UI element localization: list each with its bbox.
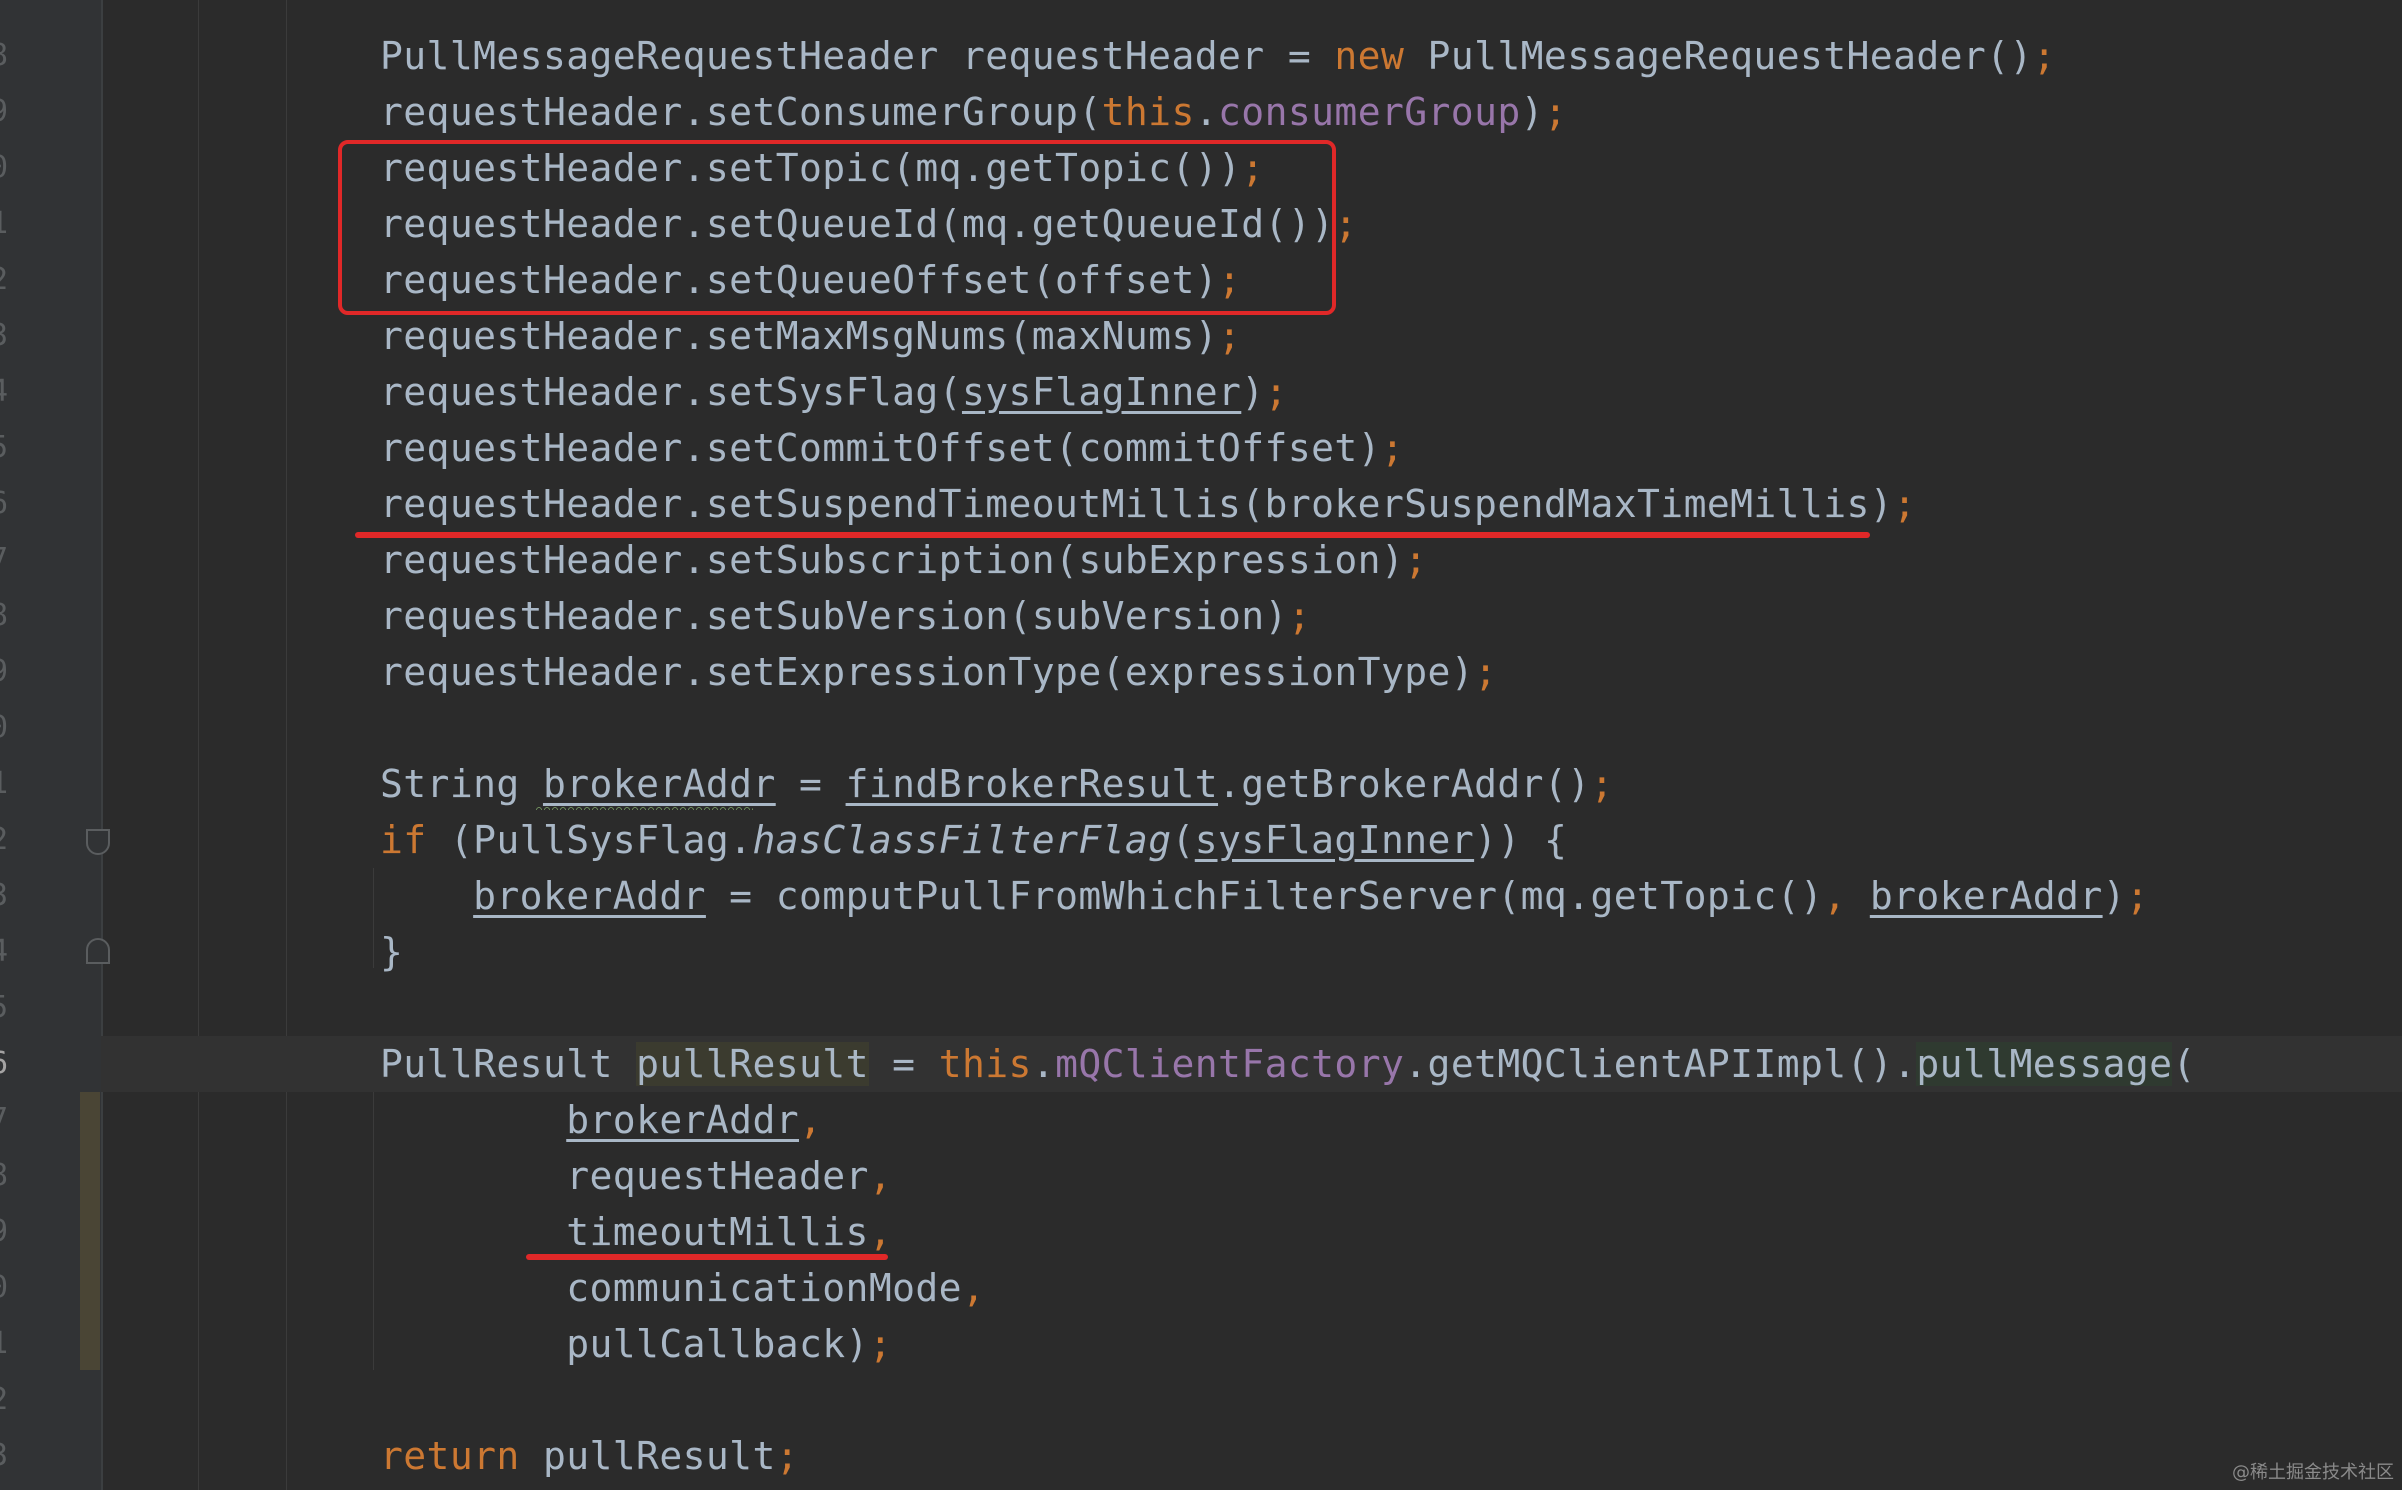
code-token: )) { <box>1474 818 1568 862</box>
code-token: . <box>1031 1042 1056 1086</box>
code-token: sysFlagInner <box>961 370 1242 414</box>
code-token: ( <box>2172 1042 2196 1086</box>
code-line[interactable]: requestHeader.setSuspendTimeoutMillis(br… <box>380 476 1916 532</box>
code-line[interactable]: pullCallback); <box>380 1316 892 1372</box>
code-line[interactable]: brokerAddr, <box>380 1092 822 1148</box>
code-token: return <box>380 1434 520 1478</box>
code-token: . <box>1194 90 1219 134</box>
annotation-red-underline <box>526 1254 888 1260</box>
code-token: ; <box>2125 874 2150 918</box>
code-token: ; <box>868 1322 893 1366</box>
code-token: = <box>775 762 846 806</box>
code-line[interactable]: requestHeader.setSysFlag(sysFlagInner); <box>380 364 1288 420</box>
code-token: requestHeader.setMaxMsgNums(maxNums) <box>380 314 1219 358</box>
code-token: ; <box>2032 34 2057 78</box>
code-token: ) <box>1520 90 1544 134</box>
code-token: requestHeader.setCommitOffset(commitOffs… <box>380 426 1381 470</box>
code-line[interactable]: requestHeader.setConsumerGroup(this.cons… <box>380 84 1567 140</box>
code-token: requestHeader <box>380 1154 869 1198</box>
warning-squiggle <box>535 804 753 810</box>
code-token: PullResult <box>380 1042 637 1086</box>
code-token: ; <box>1893 482 1917 526</box>
code-token: ) <box>1241 370 1265 414</box>
code-line[interactable]: requestHeader.setSubVersion(subVersion); <box>380 588 1311 644</box>
code-token: pullResult <box>636 1042 869 1086</box>
annotation-red-box <box>338 140 1336 315</box>
code-token: consumerGroup <box>1218 90 1521 134</box>
code-line[interactable]: communicationMode, <box>380 1260 985 1316</box>
code-line[interactable]: requestHeader, <box>380 1148 892 1204</box>
code-token: , <box>1823 874 1847 918</box>
code-token: requestHeader.setSysFlag( <box>380 370 962 414</box>
code-token: communicationMode <box>380 1266 962 1310</box>
watermark: @稀土掘金技术社区 <box>2232 1462 2394 1483</box>
code-token: requestHeader.setConsumerGroup( <box>380 90 1102 134</box>
code-token: sysFlagInner <box>1194 818 1475 862</box>
code-token: this <box>1101 90 1195 134</box>
code-token: .getBrokerAddr() <box>1218 762 1591 806</box>
code-token: ; <box>1264 370 1288 414</box>
code-token: = computPullFromWhichFilterServer(mq.get… <box>705 874 1824 918</box>
code-line[interactable]: return pullResult; <box>380 1428 799 1484</box>
code-token: brokerAddr <box>542 762 776 806</box>
code-line[interactable]: requestHeader.setCommitOffset(commitOffs… <box>380 420 1404 476</box>
code-token: .getMQClientAPIImpl(). <box>1404 1042 1917 1086</box>
code-token: ( <box>1171 818 1195 862</box>
code-token: pullResult <box>519 1434 776 1478</box>
code-token: brokerAddr <box>473 874 706 918</box>
code-token: , <box>961 1266 986 1310</box>
code-token: findBrokerResult <box>845 762 1219 806</box>
code-line[interactable]: requestHeader.setSubscription(subExpress… <box>380 532 1428 588</box>
code-token: , <box>868 1210 893 1254</box>
code-line[interactable]: brokerAddr = computPullFromWhichFilterSe… <box>380 868 2149 924</box>
code-token: this <box>938 1042 1032 1086</box>
code-token: brokerAddr <box>1869 874 2103 918</box>
code-token: brokerAddr <box>566 1098 800 1142</box>
code-token: ; <box>1218 314 1242 358</box>
code-line[interactable]: requestHeader.setMaxMsgNums(maxNums); <box>380 308 1241 364</box>
code-token: , <box>868 1154 893 1198</box>
code-token: (PullSysFlag. <box>426 818 753 862</box>
code-token: requestHeader.setExpressionType(expressi… <box>380 650 1475 694</box>
code-line[interactable]: timeoutMillis, <box>380 1204 892 1260</box>
code-token: PullMessageRequestHeader requestHeader = <box>380 34 1335 78</box>
code-token: if <box>380 818 427 862</box>
code-token: ; <box>1543 90 1568 134</box>
code-token: ; <box>775 1434 800 1478</box>
code-token: String <box>380 762 543 806</box>
code-token: , <box>799 1098 823 1142</box>
code-line[interactable]: if (PullSysFlag.hasClassFilterFlag(sysFl… <box>380 812 1567 868</box>
annotation-red-underline <box>355 532 1870 538</box>
code-token: pullCallback) <box>380 1322 869 1366</box>
code-token: pullMessage <box>1916 1042 2173 1086</box>
code-line[interactable]: PullMessageRequestHeader requestHeader =… <box>380 28 2056 84</box>
code-token: timeoutMillis <box>380 1210 869 1254</box>
code-token: ; <box>1287 594 1312 638</box>
code-token: requestHeader.setSubscription(subExpress… <box>380 538 1405 582</box>
code-token: ; <box>1334 202 1358 246</box>
code-token: ; <box>1590 762 1614 806</box>
code-token: ) <box>2102 874 2126 918</box>
code-token: mQClientFactory <box>1055 1042 1405 1086</box>
code-token: PullMessageRequestHeader() <box>1404 34 2033 78</box>
code-token: requestHeader.setSuspendTimeoutMillis(br… <box>380 482 1894 526</box>
code-line[interactable]: } <box>380 924 403 980</box>
code-token: new <box>1334 34 1405 78</box>
code-token: requestHeader.setSubVersion(subVersion) <box>380 594 1288 638</box>
code-line[interactable]: PullResult pullResult = this.mQClientFac… <box>380 1036 2196 1092</box>
code-line[interactable]: requestHeader.setExpressionType(expressi… <box>380 644 1497 700</box>
code-token: hasClassFilterFlag <box>752 818 1172 862</box>
code-token: ; <box>1474 650 1498 694</box>
code-token: ; <box>1380 426 1405 470</box>
code-token: } <box>380 930 404 974</box>
code-token: ; <box>1404 538 1428 582</box>
code-token: = <box>868 1042 939 1086</box>
